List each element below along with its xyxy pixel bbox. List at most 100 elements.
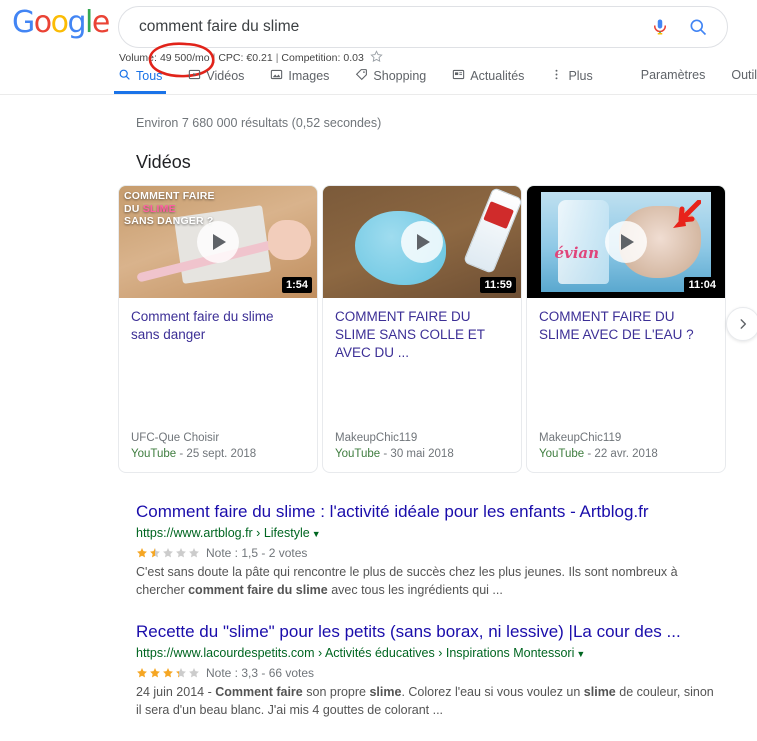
snippet-part: son propre [302, 685, 370, 699]
video-channel: UFC-Que Choisir [131, 432, 220, 444]
videos-section-title: Vidéos [136, 152, 191, 172]
overlay-line-2a: DU [124, 202, 143, 215]
tab-label: Outils [731, 68, 757, 82]
tab-videos[interactable]: Vidéos [188, 68, 244, 91]
overlay-line-2b: SLIME [142, 202, 176, 215]
tab-label: Images [288, 69, 330, 83]
result-title[interactable]: Recette du "slime" pour les petits (sans… [136, 621, 716, 643]
video-source-line: YouTube - 30 mai 2018 [335, 446, 509, 462]
tab-label: Paramètres [640, 68, 706, 82]
video-card[interactable]: 11:59 COMMENT FAIRE DU SLIME SANS COLLE … [322, 185, 522, 473]
logo-letter-g2: g [67, 5, 86, 40]
logo-letter-l: l [85, 5, 93, 40]
play-triangle [621, 234, 634, 250]
video-thumbnail[interactable]: évian 11:04 [527, 186, 725, 298]
cpc-label: CPC: [218, 52, 244, 64]
competition-value: 0.03 [343, 52, 364, 64]
video-card[interactable]: évian 11:04 COMMENT FAIRE DU SLIME AVEC … [526, 185, 726, 473]
news-icon [452, 68, 465, 84]
play-triangle [417, 234, 430, 250]
tab-label: Tous [136, 69, 163, 83]
videos-carousel: COMMENT FAIRE DU SLIME SANS DANGER ? 1:5… [118, 185, 757, 473]
tab-parametres[interactable]: Paramètres [641, 68, 706, 89]
tab-label: Actualités [470, 69, 525, 83]
video-title[interactable]: COMMENT FAIRE DU SLIME AVEC DE L'EAU ? [527, 298, 725, 430]
organic-results-list: Comment faire du slime : l'activité idéa… [136, 501, 716, 719]
search-input[interactable] [119, 18, 641, 36]
results-stats: Environ 7 680 000 résultats (0,52 second… [136, 116, 382, 130]
result-rating: Note : 3,3 - 66 votes [136, 665, 716, 681]
carousel-next-button[interactable] [726, 307, 757, 341]
video-card[interactable]: COMMENT FAIRE DU SLIME SANS DANGER ? 1:5… [118, 185, 318, 473]
volume-label: Volume: [119, 52, 157, 64]
video-source: YouTube [335, 448, 381, 460]
search-nav-tabs: Tous Vidéos Images Shopping Actualités P… [114, 68, 757, 96]
video-channel: MakeupChic119 [539, 432, 622, 444]
video-title[interactable]: COMMENT FAIRE DU SLIME SANS COLLE ET AVE… [323, 298, 521, 430]
video-date: - 25 sept. 2018 [179, 448, 257, 460]
thumbnail-toothpaste-shape [463, 187, 521, 275]
tab-shopping[interactable]: Shopping [355, 68, 426, 91]
result-url-text: https://www.artblog.fr › Lifestyle [136, 526, 310, 540]
star-outline-icon[interactable] [370, 50, 383, 66]
search-result: Recette du "slime" pour les petits (sans… [136, 621, 716, 719]
chevron-down-icon[interactable]: ▼ [312, 529, 321, 539]
tag-icon [355, 68, 368, 84]
google-search-results-page: Google Volume: 49 500/mo [0, 0, 757, 741]
video-duration: 11:59 [480, 277, 516, 293]
tab-label: Plus [568, 69, 593, 83]
snippet-highlight: slime [583, 685, 616, 699]
video-date: - 22 avr. 2018 [587, 448, 658, 460]
cpc-value: €0.21 [246, 52, 273, 64]
play-icon[interactable] [197, 221, 239, 263]
result-rating: Note : 1,5 - 2 votes [136, 545, 716, 561]
video-source-line: YouTube - 25 sept. 2018 [131, 446, 305, 462]
tab-plus[interactable]: Plus [550, 68, 593, 91]
overlay-line-2: DU SLIME [124, 202, 215, 216]
search-result: Comment faire du slime : l'activité idéa… [136, 501, 716, 599]
result-url[interactable]: https://www.lacourdespetits.com › Activi… [136, 645, 716, 663]
tab-actualites[interactable]: Actualités [452, 68, 524, 91]
thumbnail-bottle-shape [557, 199, 609, 285]
volume-value: 49 500/mo [159, 52, 210, 64]
result-title[interactable]: Comment faire du slime : l'activité idéa… [136, 501, 716, 523]
star-rating [136, 667, 201, 679]
competition-label: Competition: [281, 52, 341, 64]
search-icon[interactable] [679, 8, 717, 46]
play-icon[interactable] [605, 221, 647, 263]
video-thumbnail[interactable]: 11:59 [323, 186, 521, 298]
nav-divider [0, 94, 757, 95]
tab-images[interactable]: Images [270, 68, 329, 91]
result-snippet: C'est sans doute la pâte qui rencontre l… [136, 563, 716, 599]
video-source-line: YouTube - 22 avr. 2018 [539, 446, 713, 462]
video-source: YouTube [131, 448, 177, 460]
tab-tous[interactable]: Tous [114, 68, 167, 94]
play-icon[interactable] [401, 221, 443, 263]
result-url[interactable]: https://www.artblog.fr › Lifestyle ▼ [136, 525, 716, 543]
video-duration: 11:04 [684, 277, 720, 293]
thumbnail-hand-shape [267, 219, 312, 260]
red-arrow-icon [672, 199, 701, 228]
search-icon [118, 68, 131, 84]
snippet-part: avec tous les ingrédients qui ... [327, 583, 503, 597]
google-logo[interactable]: Google [12, 5, 110, 40]
video-title[interactable]: Comment faire du slime sans danger [119, 298, 317, 430]
result-snippet: 24 juin 2014 - Comment faire son propre … [136, 683, 716, 719]
results-content: Environ 7 680 000 résultats (0,52 second… [0, 100, 757, 741]
microphone-icon[interactable] [641, 8, 679, 46]
logo-letter-o1: o [33, 5, 52, 40]
snippet-highlight: Comment faire [215, 685, 303, 699]
video-date: - 30 mai 2018 [383, 448, 454, 460]
search-box[interactable] [118, 6, 728, 48]
search-header: Google Volume: 49 500/mo [0, 0, 757, 96]
thumbnail-overlay-text: COMMENT FAIRE DU SLIME SANS DANGER ? [124, 190, 215, 228]
play-triangle [213, 234, 226, 250]
snippet-part: . Colorez l'eau si vous voulez un [401, 685, 584, 699]
video-thumbnail[interactable]: COMMENT FAIRE DU SLIME SANS DANGER ? 1:5… [119, 186, 317, 298]
video-channel: MakeupChic119 [335, 432, 418, 444]
chevron-down-icon[interactable]: ▼ [576, 649, 585, 659]
tab-outils[interactable]: Outils [731, 68, 757, 89]
snippet-part: 24 juin 2014 - [136, 685, 216, 699]
logo-letter-e: e [91, 5, 110, 40]
rating-text: Note : 3,3 - 66 votes [206, 666, 315, 680]
